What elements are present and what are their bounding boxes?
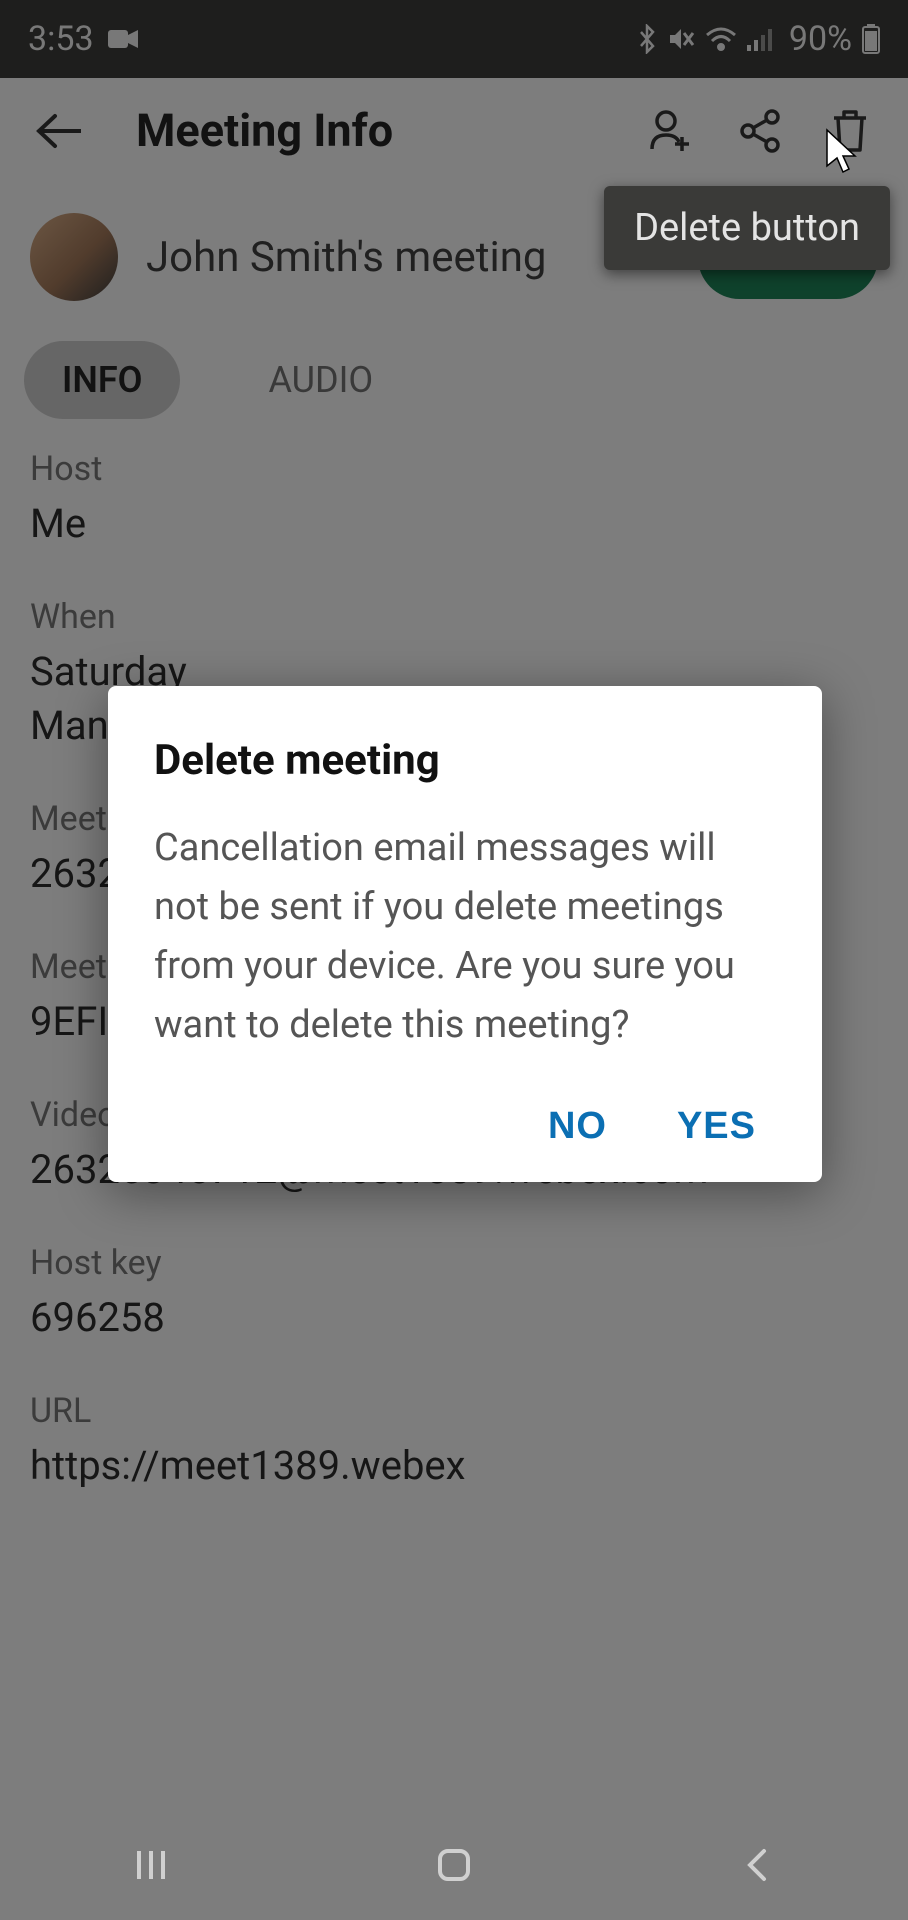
- delete-tooltip: Delete button: [604, 186, 890, 270]
- dialog-yes-button[interactable]: YES: [677, 1105, 756, 1148]
- system-nav-bar: [0, 1810, 908, 1920]
- back-nav-button[interactable]: [727, 1835, 787, 1895]
- dialog-actions: NO YES: [154, 1105, 776, 1148]
- delete-meeting-dialog: Delete meeting Cancellation email messag…: [108, 686, 822, 1182]
- screen-root: 3:53 90% M: [0, 0, 908, 1920]
- dialog-title: Delete meeting: [154, 736, 776, 785]
- dialog-body: Cancellation email messages will not be …: [154, 819, 776, 1055]
- dialog-no-button[interactable]: NO: [548, 1105, 607, 1148]
- home-button[interactable]: [424, 1835, 484, 1895]
- modal-overlay: Delete button Delete meeting Cancellatio…: [0, 0, 908, 1920]
- mouse-cursor-icon: [825, 128, 859, 176]
- recents-button[interactable]: [121, 1835, 181, 1895]
